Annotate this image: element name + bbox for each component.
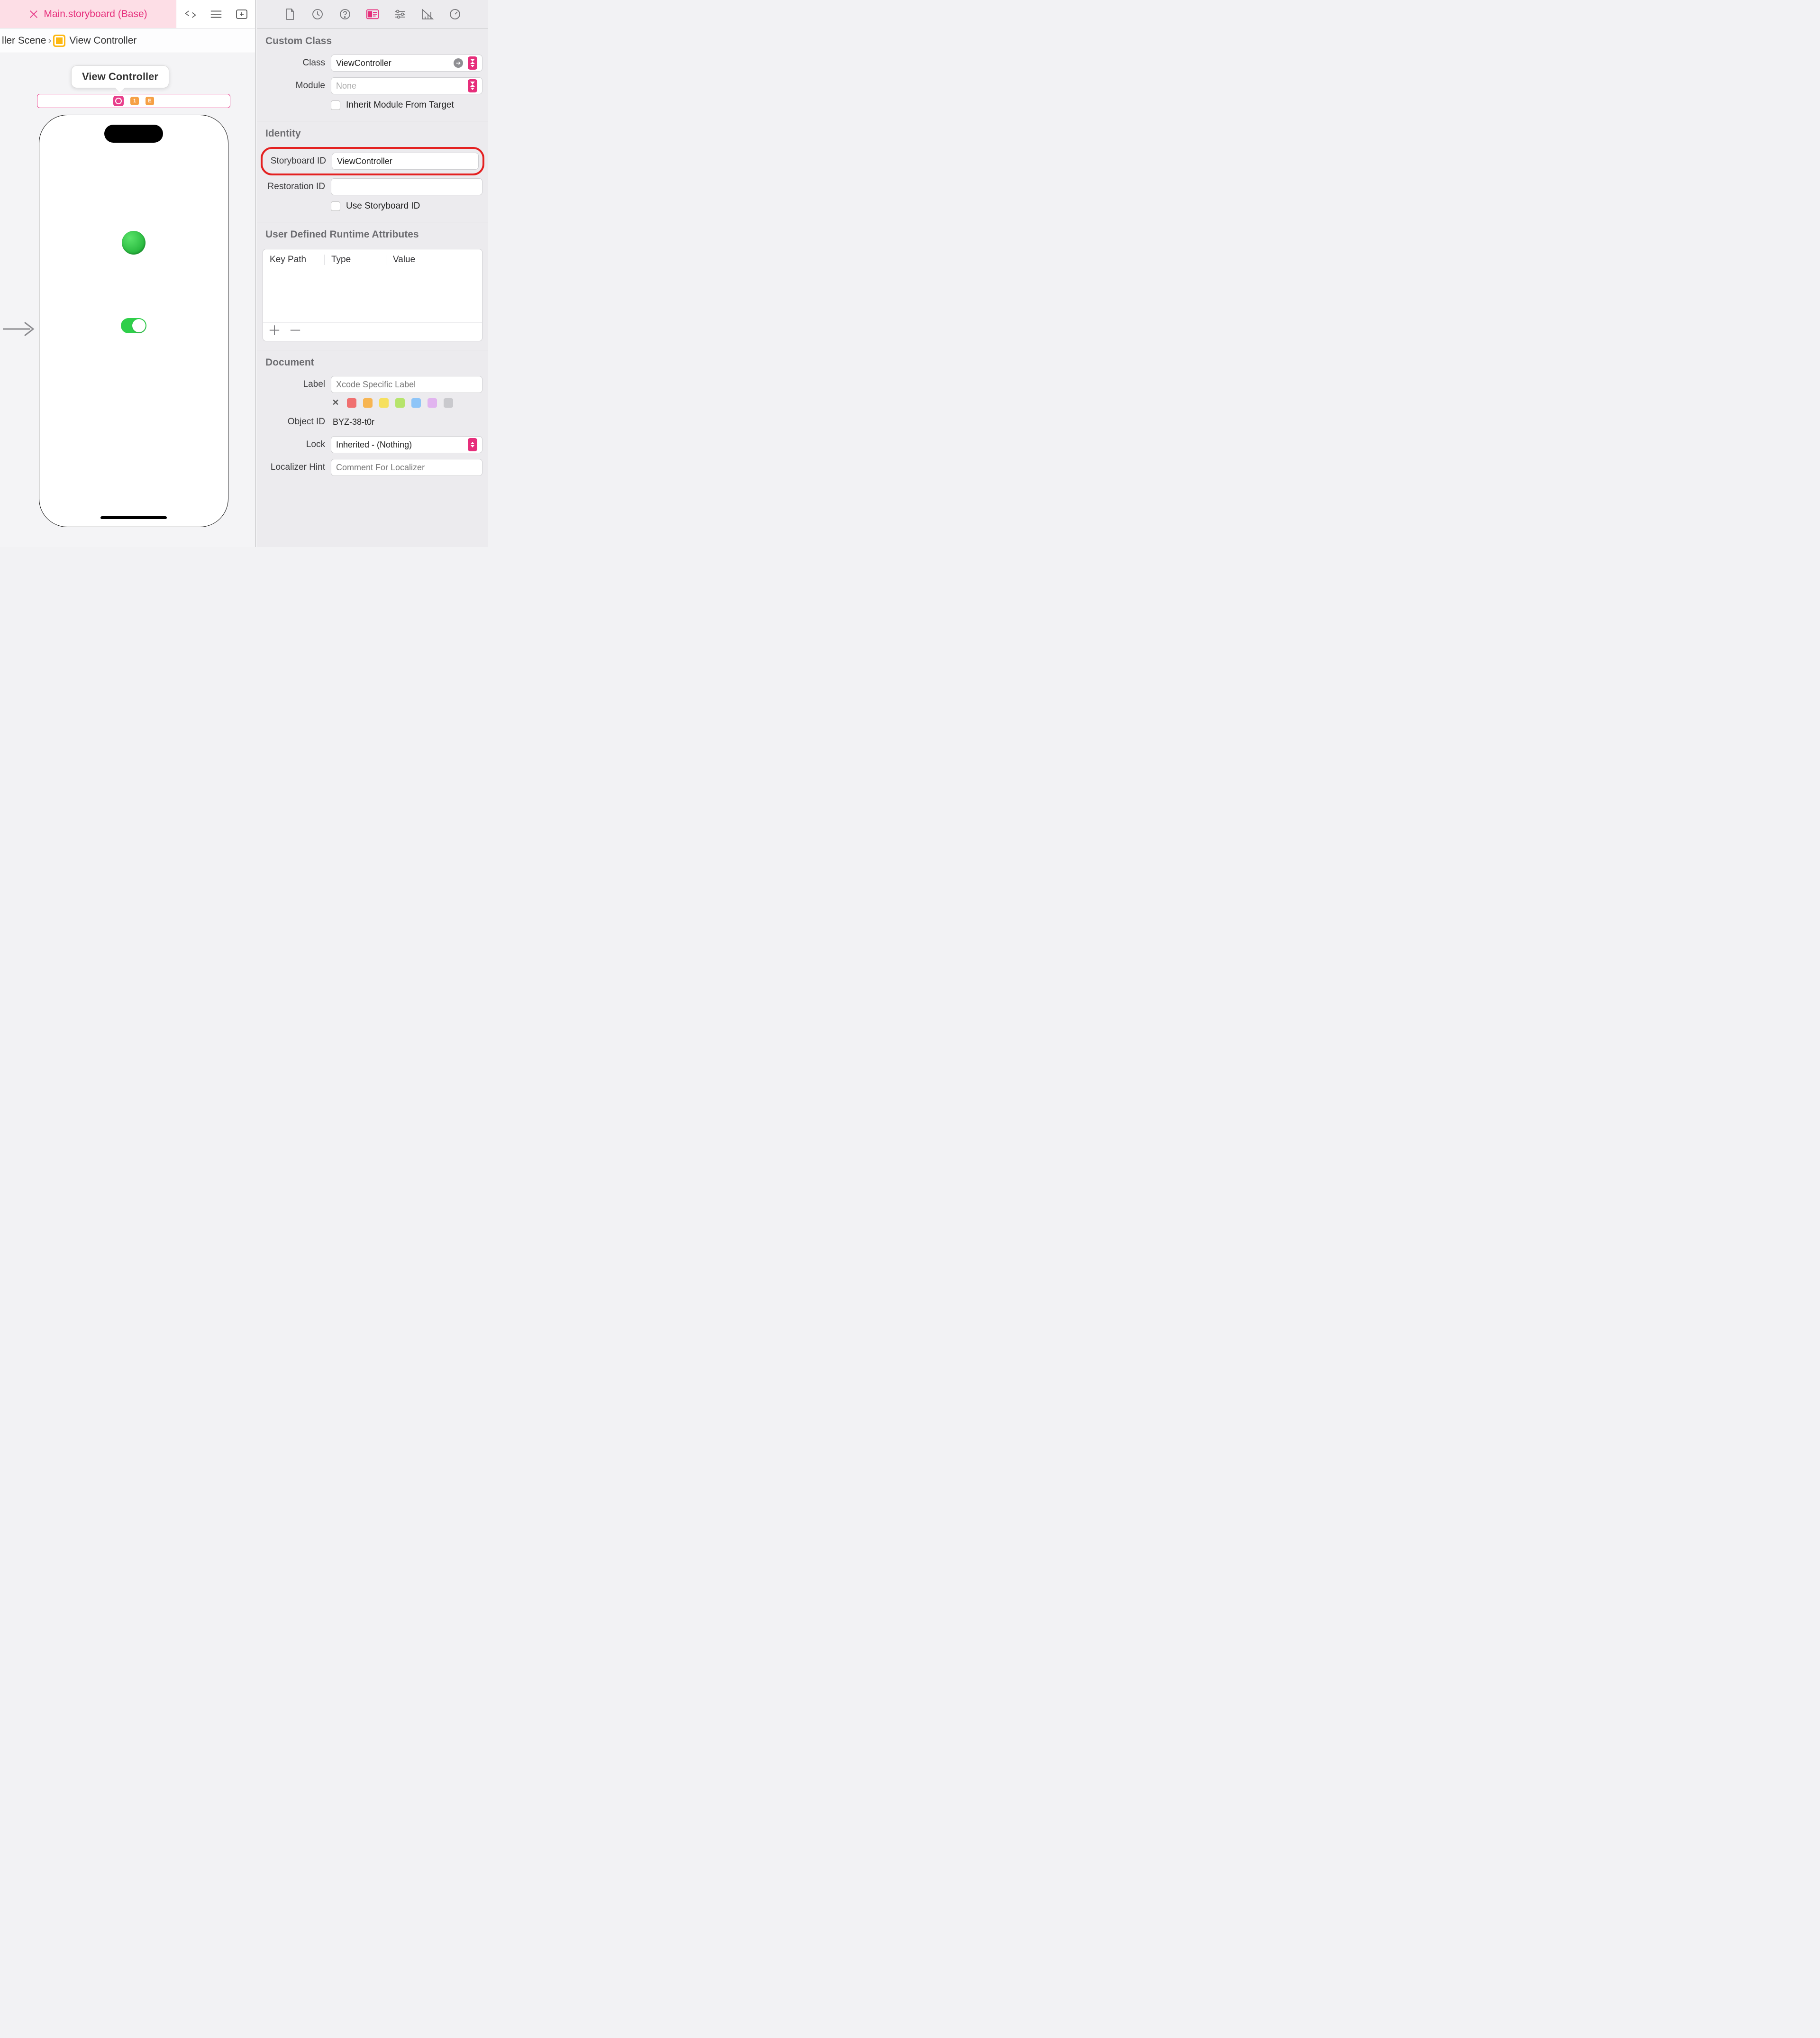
storyboard-canvas[interactable]: View Controller 1 E <box>0 53 255 547</box>
editor-toolbar <box>176 0 255 28</box>
inspector-tabbar <box>257 0 488 28</box>
uiswitch-on[interactable] <box>121 318 146 333</box>
swatch-yellow[interactable] <box>379 398 389 408</box>
lock-select[interactable]: Inherited - (Nothing) <box>331 436 482 453</box>
class-dropdown-caret-icon[interactable] <box>468 56 477 70</box>
storyboard-icon <box>28 9 39 19</box>
swatch-orange[interactable] <box>363 398 373 408</box>
exit-icon[interactable]: E <box>146 97 154 105</box>
editor-top-bar: Main.storyboard (Base) <box>0 0 255 28</box>
identity-inspector-icon[interactable] <box>366 8 379 20</box>
document-label-label: Label <box>263 379 325 390</box>
lock-label: Lock <box>263 439 325 450</box>
module-dropdown-caret-icon[interactable] <box>468 79 477 92</box>
attributes-inspector-icon[interactable] <box>394 8 406 20</box>
swatch-clear-icon[interactable]: ✕ <box>331 398 340 408</box>
inherit-module-label: Inherit Module From Target <box>346 100 454 110</box>
document-label-input[interactable] <box>331 376 482 393</box>
file-inspector-icon[interactable] <box>284 8 296 20</box>
section-udra: User Defined Runtime Attributes Key Path… <box>257 222 488 350</box>
breadcrumb[interactable]: ller Scene › View Controller <box>0 28 255 53</box>
udra-col-type[interactable]: Type <box>325 255 386 265</box>
scene-dock[interactable]: 1 E <box>37 94 230 108</box>
file-tab-main-storyboard[interactable]: Main.storyboard (Base) <box>0 0 176 28</box>
section-header-document: Document <box>257 350 488 374</box>
storyboard-id-label: Storyboard ID <box>266 156 326 166</box>
file-tab-label: Main.storyboard (Base) <box>44 9 147 20</box>
home-indicator <box>100 516 167 519</box>
inspector-panel: Custom Class Class ViewController ➔ Modu… <box>257 0 488 547</box>
adjust-editor-options-icon[interactable] <box>209 8 223 21</box>
object-id-value: BYZ-38-t0r <box>331 413 482 430</box>
inherit-module-checkbox[interactable] <box>331 101 340 110</box>
device-frame[interactable] <box>39 115 228 527</box>
size-inspector-icon[interactable] <box>421 8 434 20</box>
first-responder-icon[interactable]: 1 <box>130 97 139 105</box>
udra-col-value[interactable]: Value <box>386 255 482 265</box>
section-header-custom-class: Custom Class <box>257 29 488 53</box>
initial-view-controller-arrow[interactable] <box>2 320 38 338</box>
class-field[interactable]: ViewController ➔ <box>331 55 482 72</box>
editor-area: Main.storyboard (Base) ller Scene › <box>0 0 256 547</box>
udra-add-button[interactable]: ＋ <box>268 326 281 336</box>
breadcrumb-view-controller: View Controller <box>69 35 136 46</box>
breadcrumb-scene: ller Scene <box>2 35 46 46</box>
view-controller-dock-icon[interactable] <box>113 96 124 106</box>
object-id-label: Object ID <box>263 417 325 427</box>
connections-inspector-icon[interactable] <box>449 8 461 20</box>
help-inspector-icon[interactable] <box>339 8 351 20</box>
scene-title-bubble[interactable]: View Controller <box>71 65 169 88</box>
lock-value: Inherited - (Nothing) <box>336 440 412 450</box>
swatch-green[interactable] <box>395 398 405 408</box>
section-header-identity: Identity <box>257 121 488 145</box>
section-identity: Identity Storyboard ID Restoration ID Us… <box>257 121 488 222</box>
udra-body[interactable] <box>263 270 482 322</box>
back-forward-icon[interactable] <box>184 8 197 21</box>
restoration-id-input[interactable] <box>331 178 482 195</box>
document-color-swatches: ✕ <box>257 397 488 411</box>
section-document: Document Label ✕ Object ID BYZ-38-t0r Lo… <box>257 350 488 486</box>
module-label: Module <box>263 81 325 91</box>
swatch-red[interactable] <box>347 398 356 408</box>
chevron-right-icon: › <box>48 35 51 46</box>
swatch-gray[interactable] <box>444 398 453 408</box>
class-label: Class <box>263 58 325 68</box>
view-controller-icon <box>53 35 65 47</box>
module-placeholder: None <box>336 81 356 91</box>
swatch-blue[interactable] <box>411 398 421 408</box>
restoration-id-label: Restoration ID <box>263 182 325 192</box>
storyboard-id-input[interactable] <box>332 153 479 170</box>
swatch-purple[interactable] <box>428 398 437 408</box>
section-custom-class: Custom Class Class ViewController ➔ Modu… <box>257 28 488 121</box>
udra-col-key[interactable]: Key Path <box>263 255 325 265</box>
storyboard-id-highlight: Storyboard ID <box>261 147 484 175</box>
udra-table[interactable]: Key Path Type Value ＋ － <box>263 249 482 341</box>
class-value: ViewController <box>336 58 391 68</box>
history-inspector-icon[interactable] <box>311 8 324 20</box>
udra-header-row: Key Path Type Value <box>263 249 482 270</box>
go-to-class-icon[interactable]: ➔ <box>454 58 463 68</box>
udra-remove-button[interactable]: － <box>289 326 302 336</box>
device-notch <box>104 125 163 143</box>
use-storyboard-id-label: Use Storyboard ID <box>346 201 420 211</box>
lock-dropdown-caret-icon[interactable] <box>468 438 477 451</box>
green-circle-view[interactable] <box>122 231 146 255</box>
module-select[interactable]: None <box>331 77 482 94</box>
use-storyboard-id-checkbox[interactable] <box>331 201 340 211</box>
udra-footer: ＋ － <box>263 322 482 341</box>
localizer-hint-input[interactable] <box>331 459 482 476</box>
add-editor-icon[interactable] <box>235 8 248 21</box>
section-header-udra: User Defined Runtime Attributes <box>257 222 488 246</box>
localizer-hint-label: Localizer Hint <box>263 462 325 473</box>
